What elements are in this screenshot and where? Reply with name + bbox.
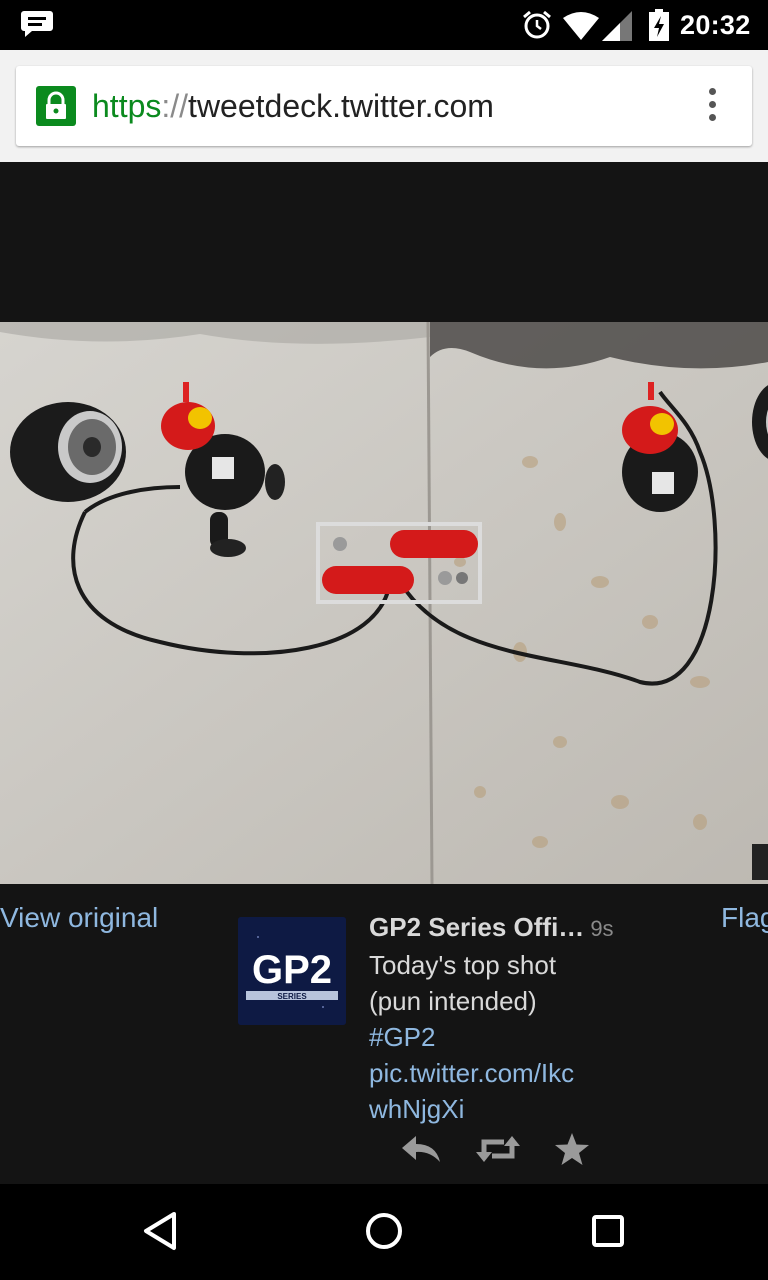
avatar[interactable]: GP2 SERIES (238, 917, 346, 1025)
url-host: tweetdeck.twitter.com (188, 88, 494, 124)
signal-icon (602, 11, 632, 41)
address-bar[interactable]: https://tweetdeck.twitter.com (16, 66, 752, 146)
tweet-text-line: (pun intended) (369, 986, 537, 1016)
tweet-photo[interactable] (0, 322, 768, 884)
view-original-link[interactable]: View original (0, 902, 158, 934)
tweet-timestamp[interactable]: 9s (590, 916, 613, 941)
home-icon[interactable] (364, 1210, 404, 1252)
status-bar: 20:32 (0, 0, 768, 50)
hashtag-link[interactable]: #GP2 (369, 1019, 649, 1055)
overflow-menu-icon[interactable] (704, 88, 720, 124)
pic-link-continued[interactable]: whNjgXi (369, 1091, 649, 1127)
author-name[interactable]: GP2 Series Offi… (369, 912, 584, 942)
wifi-icon (563, 12, 599, 40)
reply-icon[interactable] (400, 1134, 442, 1164)
lock-icon[interactable] (36, 86, 76, 126)
url-text[interactable]: https://tweetdeck.twitter.com (92, 86, 494, 126)
url-separator: :// (161, 88, 189, 124)
pic-link[interactable]: pic.twitter.com/Ikc (369, 1055, 649, 1091)
tyre (10, 402, 126, 502)
tweet-body: GP2 Series Offi… 9s Today's top shot (pun… (369, 909, 649, 1127)
browser-toolbar: https://tweetdeck.twitter.com (0, 50, 768, 162)
flag-link[interactable]: Flag (721, 902, 768, 934)
url-scheme: https (92, 88, 162, 124)
navigation-bar (0, 1184, 768, 1280)
message-icon (21, 11, 53, 37)
back-icon[interactable] (140, 1210, 180, 1252)
media-viewer: View original Flag GP2 SERIES GP2 Series… (0, 162, 768, 1184)
tweet-header: GP2 Series Offi… 9s (369, 909, 649, 947)
recents-icon[interactable] (590, 1210, 626, 1252)
battery-charging-icon (649, 9, 669, 41)
favorite-icon[interactable] (554, 1132, 590, 1166)
avatar-logo-subtext: SERIES (277, 992, 307, 1001)
tweet-text-line: Today's top shot (369, 950, 557, 980)
avatar-logo-text: GP2 (252, 948, 332, 992)
alarm-icon (523, 10, 551, 39)
clock-time: 20:32 (680, 10, 751, 40)
retweet-icon[interactable] (476, 1134, 520, 1164)
